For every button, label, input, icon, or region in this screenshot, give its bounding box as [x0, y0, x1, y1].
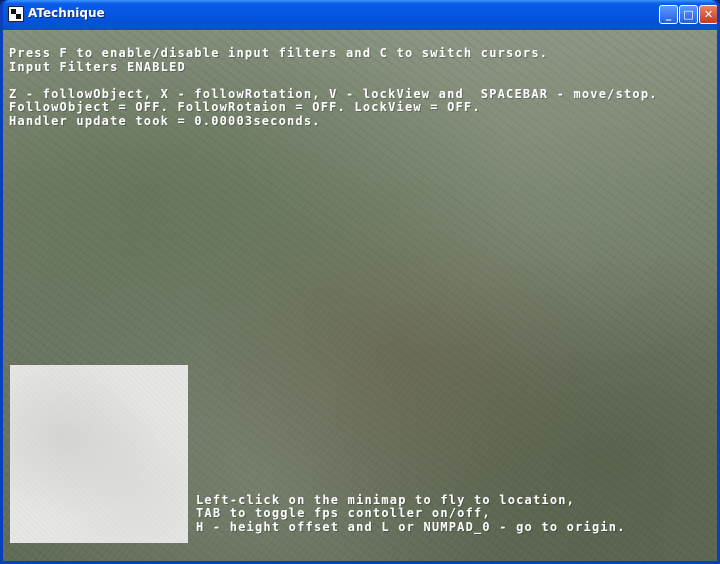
terrain-viewport[interactable]: Press F to enable/disable input filters …	[3, 30, 717, 561]
title-bar[interactable]: ATechnique _ □ ✕	[3, 0, 717, 30]
maximize-button[interactable]: □	[679, 5, 698, 24]
help-fps-toggle-hint: TAB to toggle fps contoller on/off,	[196, 506, 491, 520]
minimize-button[interactable]: _	[659, 5, 678, 24]
app-icon[interactable]	[8, 6, 24, 22]
hud-input-filters-status: Input Filters ENABLED	[9, 60, 186, 74]
app-window: ATechnique _ □ ✕ Press F to enable/disab…	[0, 0, 720, 564]
hud-handler-timing: Handler update took = 0.00003seconds.	[9, 114, 321, 128]
hud-input-filters-hint: Press F to enable/disable input filters …	[9, 46, 549, 60]
hud-camera-status: FollowObject = OFF. FollowRotaion = OFF.…	[9, 100, 481, 114]
minimize-icon: _	[665, 8, 672, 21]
minimap[interactable]	[10, 365, 188, 543]
close-button[interactable]: ✕	[699, 5, 717, 24]
window-title: ATechnique	[28, 6, 105, 20]
close-icon: ✕	[703, 8, 714, 21]
maximize-icon: □	[683, 8, 694, 21]
help-origin-hint: H - height offset and L or NUMPAD_0 - go…	[196, 520, 626, 534]
